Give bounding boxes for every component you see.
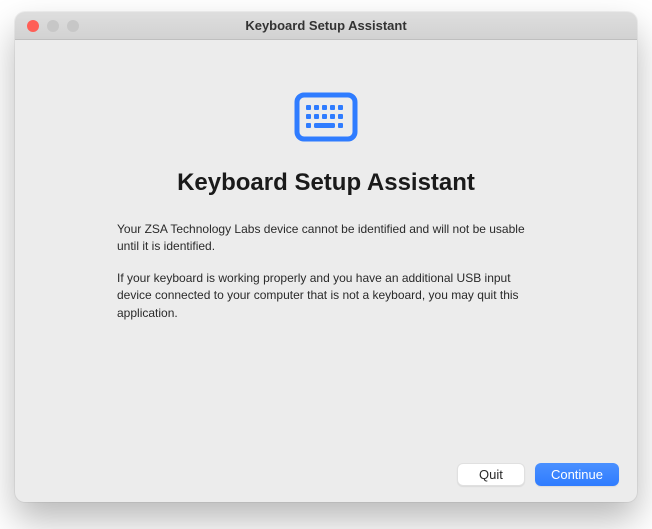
footer-buttons: Quit Continue	[15, 447, 637, 502]
keyboard-setup-assistant-window: Keyboard Setup Assistant	[15, 12, 637, 502]
close-window-button[interactable]	[27, 20, 39, 32]
paragraph-2: If your keyboard is working properly and…	[117, 270, 535, 322]
minimize-window-button[interactable]	[47, 20, 59, 32]
content-area: Keyboard Setup Assistant Your ZSA Techno…	[15, 40, 637, 447]
maximize-window-button[interactable]	[67, 20, 79, 32]
quit-button[interactable]: Quit	[457, 463, 525, 486]
keyboard-icon	[294, 92, 358, 147]
window-controls	[15, 20, 79, 32]
continue-button[interactable]: Continue	[535, 463, 619, 486]
titlebar: Keyboard Setup Assistant	[15, 12, 637, 40]
paragraph-1: Your ZSA Technology Labs device cannot b…	[117, 221, 535, 256]
window-title: Keyboard Setup Assistant	[15, 18, 637, 33]
page-heading: Keyboard Setup Assistant	[177, 169, 475, 197]
body-text: Your ZSA Technology Labs device cannot b…	[117, 221, 535, 336]
